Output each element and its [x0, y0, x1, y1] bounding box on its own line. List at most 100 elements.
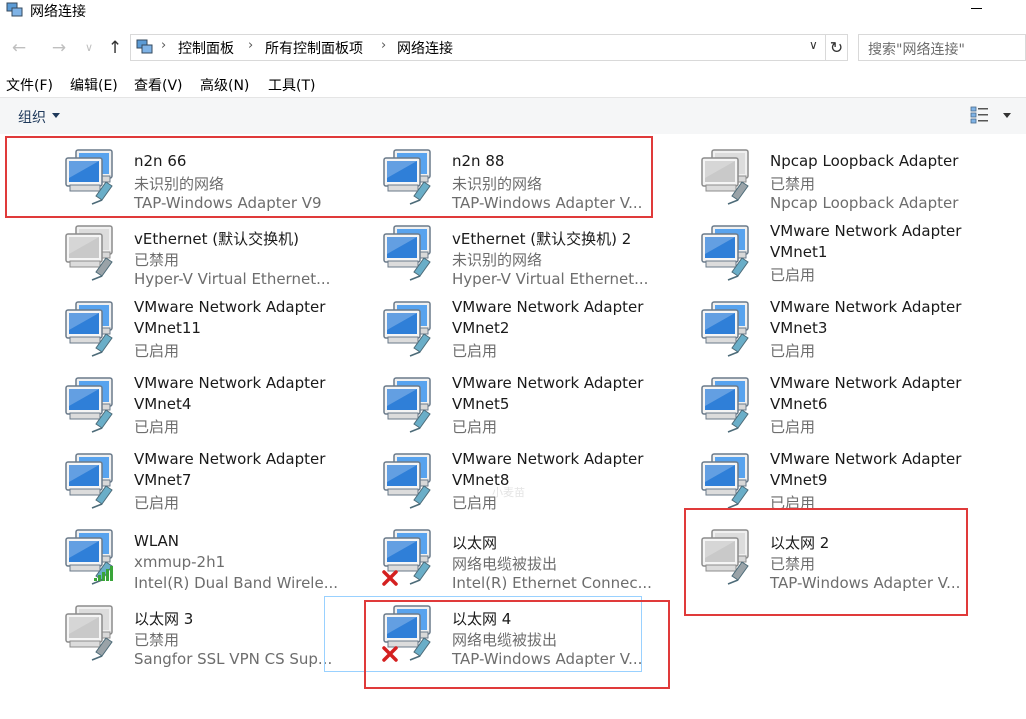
- adapter-device: 已启用: [770, 418, 816, 436]
- wifi-adapter-icon: [62, 528, 124, 586]
- window-title: 网络连接: [30, 4, 86, 20]
- network-adapter-icon: [380, 376, 442, 434]
- adapter-name: VMware Network Adapter: [134, 298, 326, 316]
- network-adapter-icon: [380, 224, 442, 282]
- network-adapter-tile[interactable]: n2n 88 未识别的网络 TAP-Windows Adapter V...: [324, 140, 642, 216]
- network-adapter-tile[interactable]: VMware Network Adapter VMnet2 已启用: [324, 292, 644, 368]
- network-adapter-tile[interactable]: 以太网 4 网络电缆被拔出 TAP-Windows Adapter V...: [324, 596, 642, 672]
- adapter-status: 已禁用: [770, 555, 816, 573]
- network-adapter-tile[interactable]: 以太网 网络电缆被拔出 Intel(R) Ethernet Connec...: [324, 520, 652, 596]
- adapter-device: Intel(R) Ethernet Connec...: [452, 574, 652, 592]
- view-options-caret-icon[interactable]: [1003, 113, 1011, 118]
- adapter-device: TAP-Windows Adapter V...: [770, 574, 961, 592]
- menu-advanced[interactable]: 高级(N): [200, 75, 249, 95]
- adapter-unplugged-icon: [380, 528, 442, 586]
- network-adapter-icon: [380, 148, 442, 206]
- adapter-device: 已启用: [770, 494, 816, 512]
- network-adapter-tile[interactable]: vEthernet (默认交换机) 已禁用 Hyper-V Virtual Ethe…: [6, 216, 330, 292]
- adapter-status: VMnet5: [452, 395, 510, 413]
- adapter-name: Npcap Loopback Adapter: [770, 152, 959, 170]
- network-adapter-tile[interactable]: 以太网 3 已禁用 Sangfor SSL VPN CS Sup...: [6, 596, 332, 672]
- breadcrumb-separator[interactable]: ›: [161, 38, 166, 53]
- up-arrow-icon[interactable]: ↑: [102, 30, 128, 66]
- minimize-button[interactable]: [968, 4, 986, 14]
- menu-bar: 文件(F) 编辑(E) 查看(V) 高级(N) 工具(T): [0, 72, 1026, 96]
- adapter-status: VMnet2: [452, 319, 510, 337]
- adapter-device: TAP-Windows Adapter V9: [134, 194, 322, 212]
- adapter-name: n2n 66: [134, 152, 187, 170]
- change-view-icon[interactable]: [970, 106, 990, 124]
- adapter-device: Npcap Loopback Adapter: [770, 194, 959, 212]
- adapter-device: Intel(R) Dual Band Wirele...: [134, 574, 339, 592]
- adapter-disabled-icon: [698, 148, 760, 206]
- address-bar[interactable]: › 控制面板 › 所有控制面板项 › 网络连接 ∨: [130, 34, 826, 61]
- adapter-device: 已启用: [452, 342, 498, 360]
- adapter-device: 已启用: [770, 266, 816, 284]
- title-bar: 网络连接: [0, 0, 1026, 24]
- breadcrumb-separator[interactable]: ›: [381, 38, 386, 53]
- network-connections-icon: [6, 2, 23, 17]
- adapter-name: VMware Network Adapter: [134, 374, 326, 392]
- network-adapter-tile[interactable]: n2n 66 未识别的网络 TAP-Windows Adapter V9: [6, 140, 324, 216]
- refresh-icon[interactable]: ↻: [826, 34, 848, 61]
- network-adapter-tile[interactable]: VMware Network Adapter VMnet4 已启用: [6, 368, 326, 444]
- adapter-name: VMware Network Adapter: [452, 374, 644, 392]
- network-adapter-icon: [698, 376, 760, 434]
- organize-button[interactable]: 组织: [18, 107, 46, 127]
- recent-locations-icon[interactable]: ∨: [76, 30, 102, 66]
- network-adapter-tile[interactable]: Npcap Loopback Adapter 已禁用 Npcap Loopback …: [642, 140, 960, 216]
- adapter-device: Hyper-V Virtual Ethernet...: [452, 270, 649, 288]
- adapter-device: TAP-Windows Adapter V...: [452, 650, 643, 668]
- adapter-disabled-icon: [62, 224, 124, 282]
- network-adapter-tile[interactable]: VMware Network Adapter VMnet11 已启用: [6, 292, 326, 368]
- network-adapter-tile[interactable]: VMware Network Adapter VMnet7 已启用: [6, 444, 325, 520]
- network-adapter-tile[interactable]: WLAN xmmup-2h1 Intel(R) Dual Band Wirele..…: [6, 520, 338, 596]
- adapter-status: xmmup-2h1: [134, 553, 226, 571]
- control-panel-icon: [136, 39, 153, 54]
- adapter-status: 已禁用: [134, 631, 180, 649]
- watermark-text: 小麦苗: [492, 486, 525, 499]
- adapter-name: VMware Network Adapter: [452, 450, 644, 468]
- menu-view[interactable]: 查看(V): [134, 75, 183, 95]
- organize-caret-icon[interactable]: [52, 113, 60, 118]
- breadcrumb-control-panel[interactable]: 控制面板: [178, 38, 234, 58]
- adapter-name: 以太网 4: [452, 610, 512, 628]
- network-adapter-tile[interactable]: VMware Network Adapter VMnet5 已启用: [324, 368, 644, 444]
- address-dropdown-icon[interactable]: ∨: [809, 38, 818, 52]
- breadcrumb-separator[interactable]: ›: [248, 38, 253, 53]
- adapter-device: 已启用: [134, 342, 180, 360]
- network-adapter-tile[interactable]: VMware Network Adapter VMnet1 已启用: [642, 216, 961, 292]
- menu-edit[interactable]: 编辑(E): [70, 75, 118, 95]
- adapter-status: 未识别的网络: [452, 175, 543, 193]
- network-adapter-icon: [380, 300, 442, 358]
- adapter-name: vEthernet (默认交换机) 2: [452, 230, 632, 248]
- network-adapter-tile[interactable]: vEthernet (默认交换机) 2 未识别的网络 Hyper-V Virtual…: [324, 216, 648, 292]
- adapter-device: 已启用: [134, 494, 180, 512]
- search-placeholder: 搜索"网络连接": [868, 42, 965, 58]
- adapter-name: VMware Network Adapter: [452, 298, 644, 316]
- adapter-name: 以太网 3: [134, 610, 194, 628]
- forward-arrow-icon[interactable]: →: [46, 30, 72, 66]
- adapter-status: 未识别的网络: [134, 175, 225, 193]
- network-adapter-icon: [62, 300, 124, 358]
- network-adapter-icon: [380, 452, 442, 510]
- menu-tools[interactable]: 工具(T): [268, 75, 315, 95]
- network-adapter-tile[interactable]: VMware Network Adapter VMnet6 已启用: [642, 368, 961, 444]
- breadcrumb-all-items[interactable]: 所有控制面板项: [265, 38, 363, 58]
- network-adapter-tile[interactable]: VMware Network Adapter VMnet3 已启用: [642, 292, 962, 368]
- adapter-unplugged-icon: [380, 604, 442, 662]
- back-arrow-icon[interactable]: ←: [6, 30, 32, 66]
- network-adapter-tile[interactable]: VMware Network Adapter VMnet9 已启用: [642, 444, 961, 520]
- adapter-status: VMnet4: [134, 395, 192, 413]
- adapter-name: n2n 88: [452, 152, 505, 170]
- network-adapter-tile[interactable]: VMware Network Adapter VMnet8 已启用: [324, 444, 644, 520]
- adapter-status: VMnet7: [134, 471, 192, 489]
- adapter-name: VMware Network Adapter: [770, 298, 962, 316]
- adapter-device: Sangfor SSL VPN CS Sup...: [134, 650, 333, 668]
- breadcrumb-network-connections[interactable]: 网络连接: [397, 38, 453, 58]
- adapter-status: VMnet6: [770, 395, 828, 413]
- network-adapter-icon: [62, 148, 124, 206]
- network-adapter-tile[interactable]: 以太网 2 已禁用 TAP-Windows Adapter V...: [642, 520, 960, 596]
- search-box[interactable]: 搜索"网络连接": [858, 34, 1026, 61]
- menu-file[interactable]: 文件(F): [6, 75, 53, 95]
